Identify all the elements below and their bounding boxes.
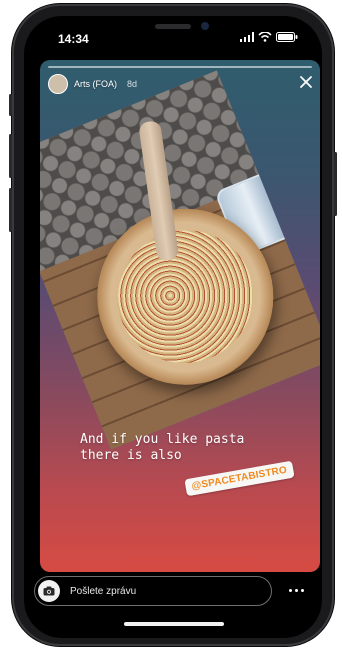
story-age: 8d: [127, 79, 138, 89]
power-button: [334, 152, 337, 216]
status-time: 14:34: [58, 32, 89, 46]
home-indicator[interactable]: [124, 622, 224, 626]
story-progress-bar: [48, 66, 312, 68]
story-photo: [40, 70, 320, 450]
username[interactable]: Arts (FOA): [74, 79, 117, 89]
story-caption: And if you like pasta there is also: [80, 432, 245, 463]
wifi-icon: [258, 32, 272, 42]
status-icons: [240, 32, 298, 42]
mention-sticker[interactable]: @SPACETABISTRO: [184, 460, 295, 497]
story-header: Arts (FOA) 8d: [48, 74, 137, 94]
close-icon: [300, 76, 312, 88]
signal-icon: [240, 32, 254, 42]
reply-input[interactable]: Pošlete zprávu: [34, 576, 272, 606]
front-camera: [201, 22, 209, 30]
camera-button[interactable]: [38, 580, 60, 602]
story-viewer[interactable]: Arts (FOA) 8d And if you like pasta ther…: [40, 60, 320, 572]
avatar[interactable]: [48, 74, 68, 94]
more-dot: [300, 588, 304, 592]
camera-icon: [43, 586, 55, 596]
phone-screen: 14:34 Arts (FOA) 8d And if you like past…: [24, 16, 322, 638]
reply-placeholder: Pošlete zprávu: [70, 585, 137, 597]
close-button[interactable]: [298, 74, 314, 90]
more-options-button[interactable]: [284, 584, 308, 596]
more-dot: [294, 588, 298, 592]
more-dot: [288, 588, 292, 592]
battery-icon: [276, 32, 298, 42]
volume-down-button: [9, 188, 12, 232]
speaker-grille: [155, 24, 191, 29]
volume-up-button: [9, 134, 12, 178]
notch: [112, 16, 234, 42]
mute-switch: [9, 94, 12, 116]
